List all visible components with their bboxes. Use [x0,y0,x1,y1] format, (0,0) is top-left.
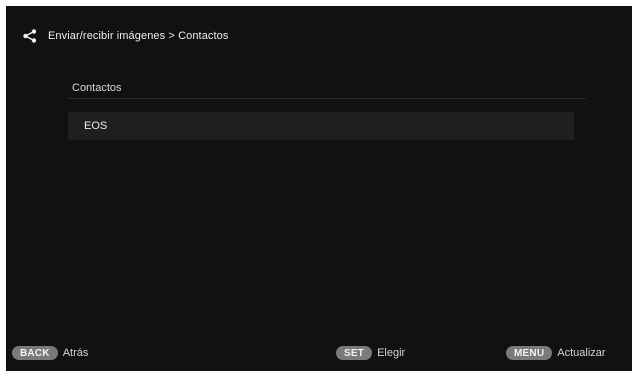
set-key[interactable]: SET [336,346,373,360]
divider [68,98,586,99]
contact-label: EOS [84,120,108,132]
breadcrumb: Enviar/recibir imágenes > Contactos [48,30,229,42]
menu-key[interactable]: MENU [506,346,553,360]
list-item-contact[interactable]: EOS [68,112,574,140]
set-label: Elegir [377,347,406,359]
menu-hint[interactable]: MENU Actualizar [506,343,606,363]
back-key[interactable]: BACK [12,346,58,360]
section-title: Contactos [72,82,122,94]
back-label: Atrás [62,347,89,359]
back-hint[interactable]: BACK Atrás [12,343,88,363]
set-hint[interactable]: SET Elegir [336,343,405,363]
header-bar: Enviar/recibir imágenes > Contactos [22,26,229,46]
menu-label: Actualizar [557,347,606,359]
share-icon [22,28,38,44]
footer-hints: BACK Atrás SET Elegir MENU Actualizar [6,343,632,363]
camera-menu-screen: Enviar/recibir imágenes > Contactos Cont… [6,6,632,371]
